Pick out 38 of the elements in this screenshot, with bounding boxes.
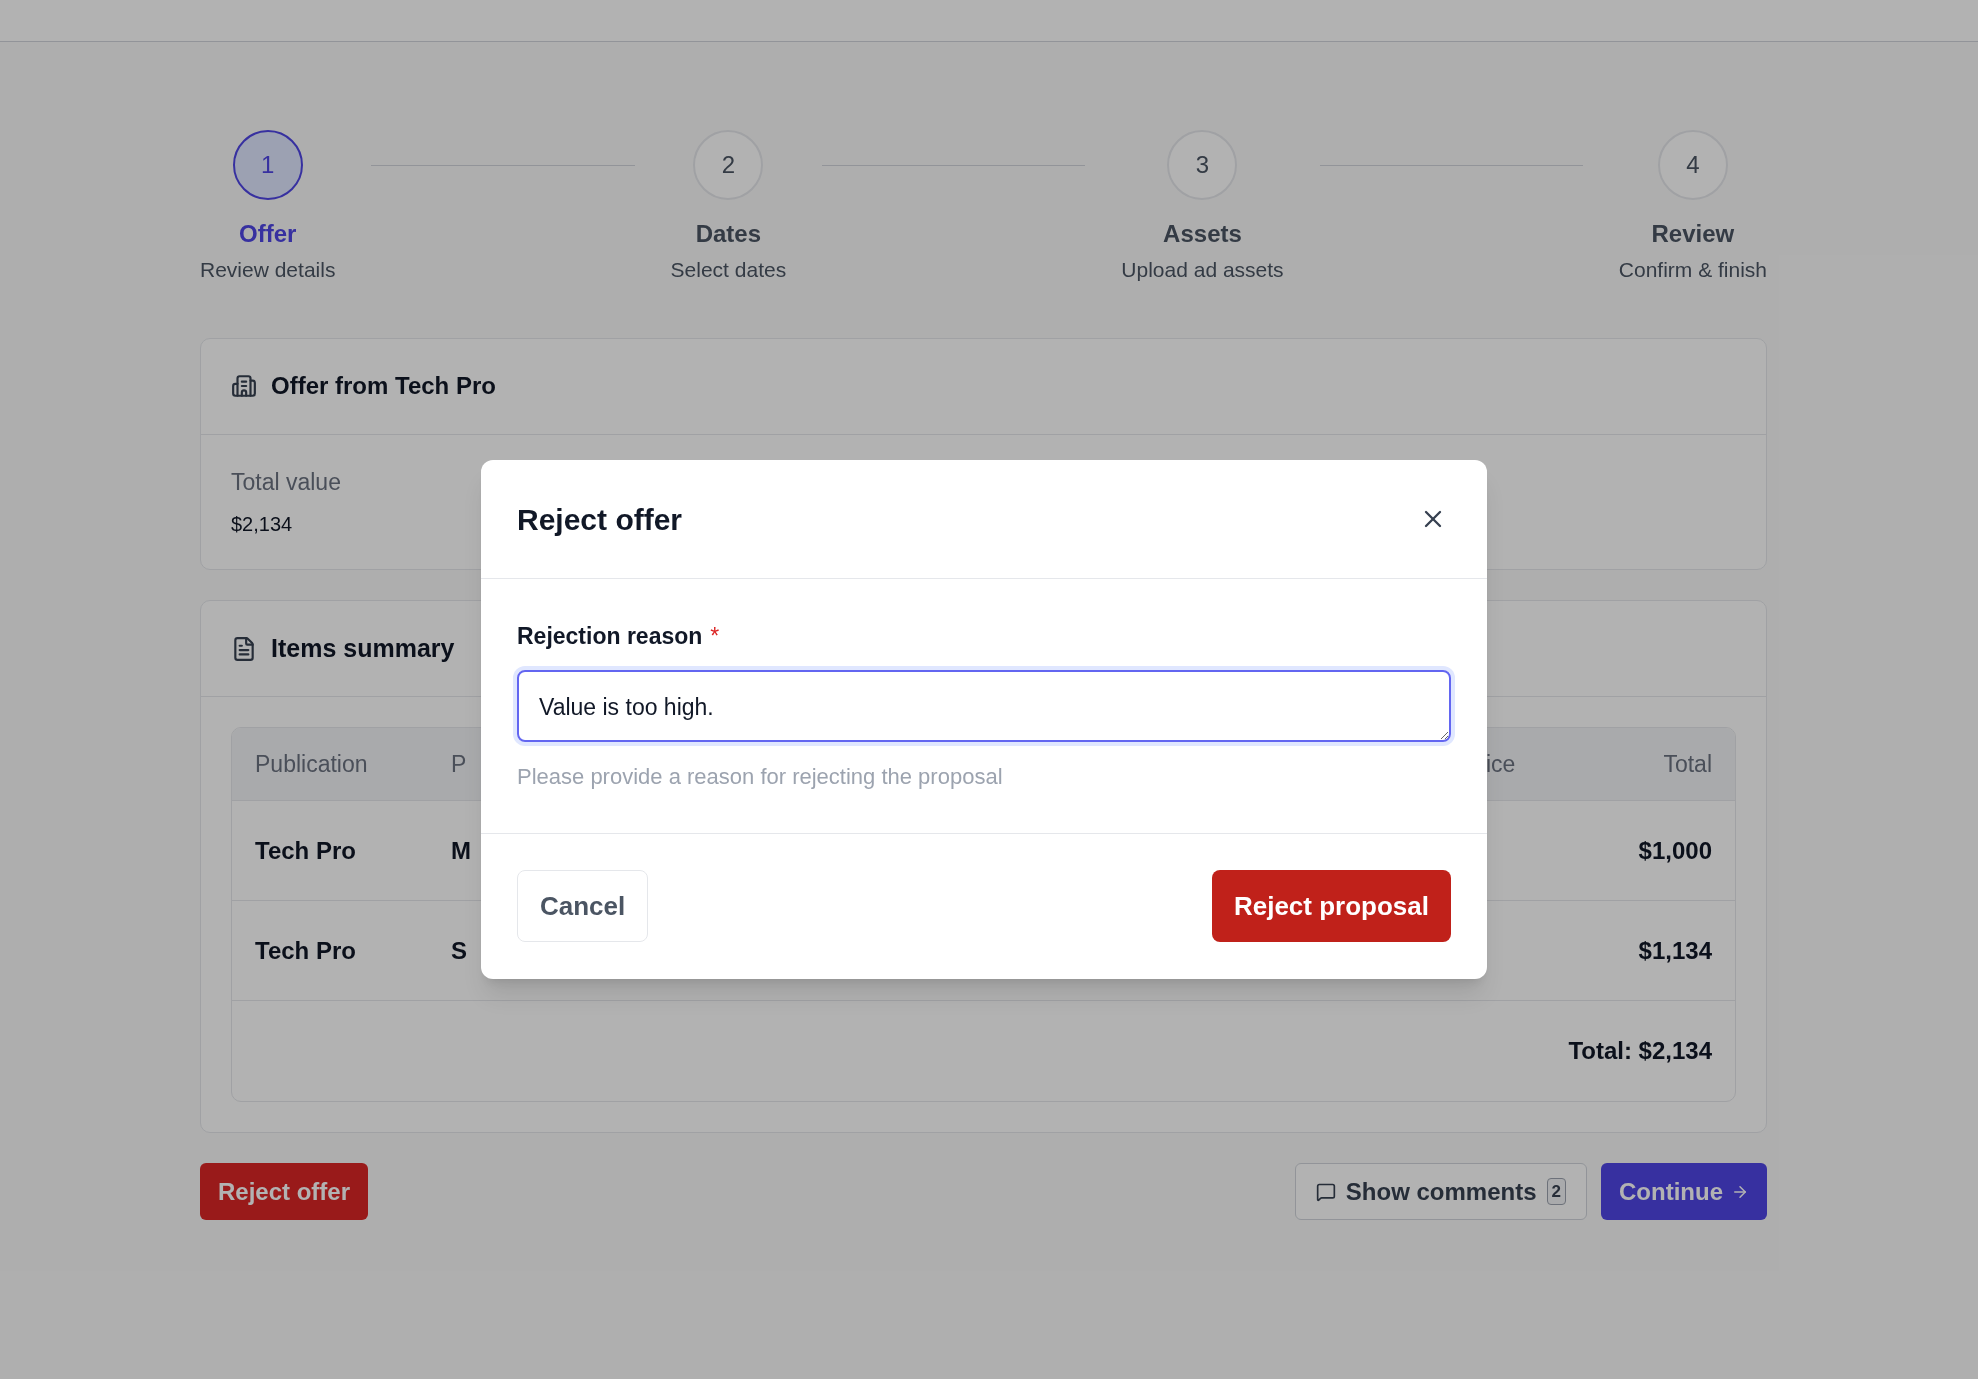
card-title: Items summary: [271, 632, 455, 664]
building-icon: [231, 373, 257, 399]
button-label: Show comments: [1345, 1176, 1537, 1207]
button-label: Continue: [1619, 1176, 1723, 1207]
column-header: Publication: [255, 749, 368, 779]
reject-proposal-button[interactable]: Reject proposal: [1211, 870, 1451, 942]
column-header: P: [451, 749, 467, 779]
step-subtitle: Select dates: [670, 257, 787, 283]
step-subtitle: Upload ad assets: [1121, 257, 1284, 283]
required-asterisk: *: [710, 622, 720, 651]
card-title: Offer from Tech Pro: [271, 371, 496, 401]
reject-offer-button[interactable]: Reject offer: [200, 1163, 369, 1220]
continue-button[interactable]: Continue: [1601, 1163, 1767, 1220]
table-cell-text: M: [451, 835, 471, 866]
cancel-button[interactable]: Cancel: [517, 870, 649, 942]
table-cell-text: Tech Pro: [255, 935, 356, 966]
total-value: $2,134: [231, 512, 293, 537]
total-value-label: Total value: [231, 467, 342, 497]
table-cell-text: $1,000: [1638, 835, 1712, 866]
dialog-title: Reject offer: [517, 501, 683, 538]
table-cell-text: $1,134: [1638, 935, 1712, 966]
step-title: Assets: [1163, 219, 1242, 249]
column-header: Total: [1663, 749, 1712, 779]
comment-icon: [1315, 1181, 1336, 1202]
step-subtitle: Review details: [200, 257, 336, 283]
field-label: Rejection reason: [517, 622, 703, 651]
step-subtitle: Confirm & finish: [1618, 257, 1767, 283]
count-badge: 2: [1546, 1177, 1566, 1206]
column-header: ice: [1486, 749, 1516, 779]
step-title: Offer: [239, 219, 297, 249]
table-total: Total: $2,134: [1568, 1036, 1712, 1066]
table-cell-text: S: [451, 935, 467, 966]
show-comments-button[interactable]: Show comments 2: [1294, 1163, 1587, 1220]
table-cell-text: Tech Pro: [255, 835, 356, 866]
step-title: Dates: [695, 219, 762, 249]
document-icon: [231, 635, 257, 662]
step-title: Review: [1651, 219, 1735, 249]
field-help: Please provide a reason for rejecting the proposal: [517, 762, 1004, 791]
